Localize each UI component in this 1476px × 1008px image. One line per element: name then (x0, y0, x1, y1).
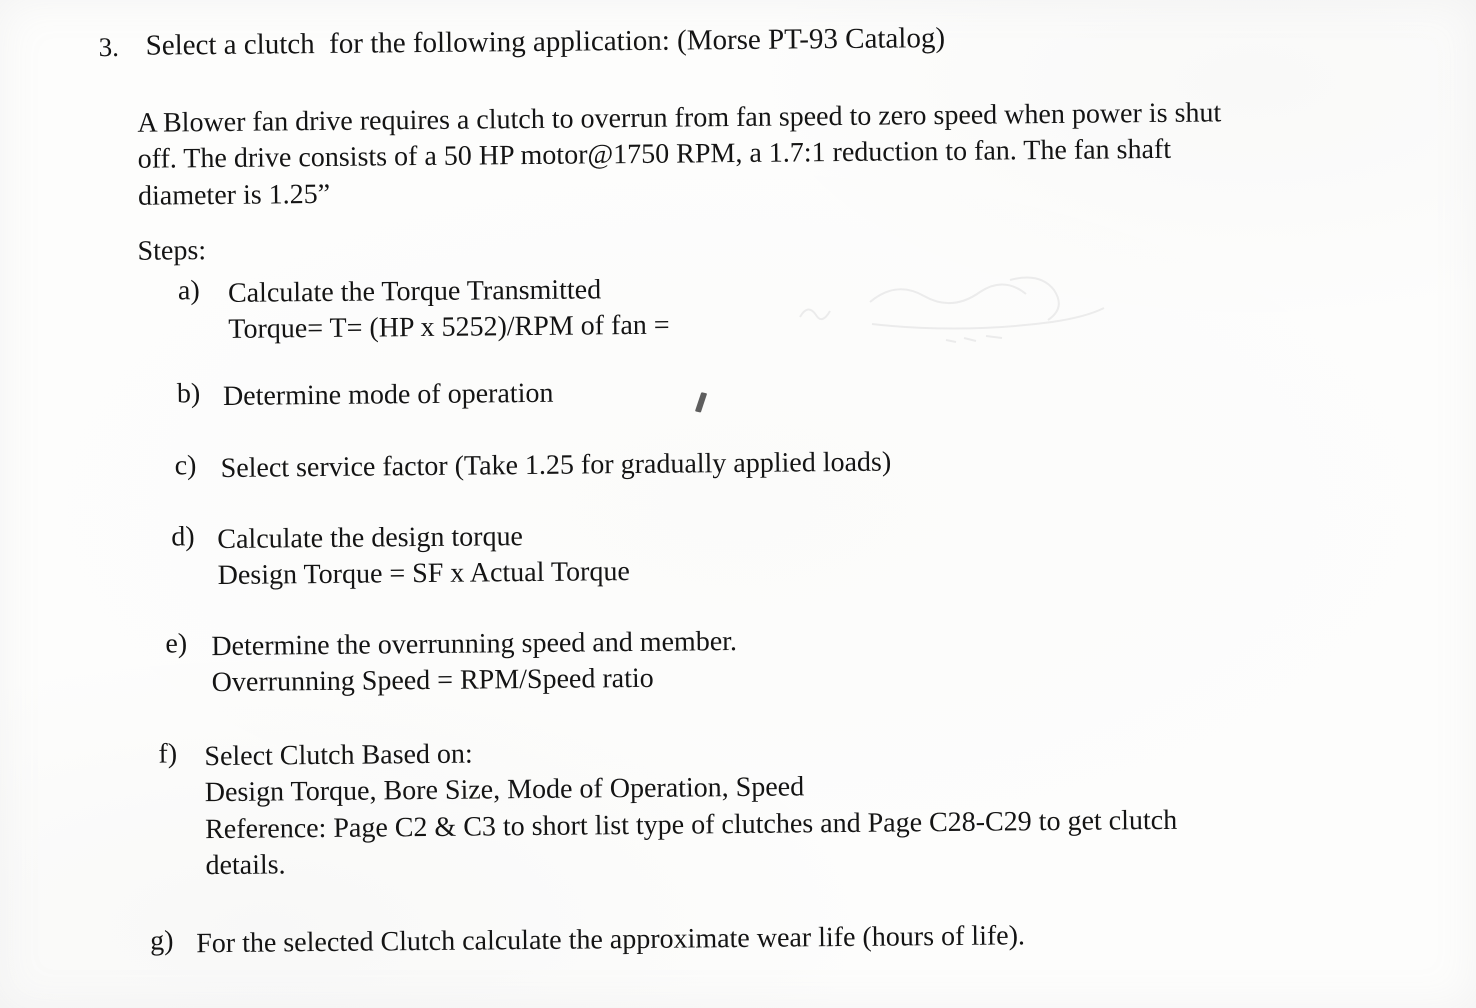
step-text-d: Calculate the design torque Design Torqu… (217, 515, 978, 595)
step-marker-f: f) (158, 738, 178, 770)
step-marker-b: b) (176, 378, 201, 410)
step-marker-e: e) (165, 628, 188, 660)
problem-title: Select a clutch for the following applic… (145, 22, 946, 62)
step-d-line-2: Design Torque = SF x Actual Torque (217, 556, 630, 592)
steps-label: Steps: (137, 235, 207, 267)
problem-number: 3. (98, 31, 120, 63)
step-e-line-2: Overrunning Speed = RPM/Speed ratio (211, 663, 654, 699)
step-marker-g: g) (150, 925, 174, 957)
step-text-a: Calculate the Torque Transmitted Torque=… (228, 269, 949, 349)
step-g-line-1: For the selected Clutch calculate the ap… (196, 920, 1026, 960)
step-text-e: Determine the overrunning speed and memb… (211, 622, 972, 702)
step-c-line-1: Select service factor (Take 1.25 for gra… (220, 446, 892, 484)
step-b-line-1: Determine mode of operation (222, 377, 554, 412)
step-a-line-2: Torque= T= (HP x 5252)/RPM of fan = (228, 310, 670, 346)
step-text-b: Determine mode of operation (223, 372, 943, 415)
step-marker-c: c) (174, 450, 197, 482)
step-marker-a: a) (177, 275, 200, 307)
problem-statement: A Blower fan drive requires a clutch to … (137, 94, 1344, 215)
step-text-c: Select service factor (Take 1.25 for gra… (221, 443, 1051, 487)
scanned-document-page: 3. Select a clutch for the following app… (0, 0, 1476, 1008)
page-content: 3. Select a clutch for the following app… (0, 0, 1476, 1008)
step-text-g: For the selected Clutch calculate the ap… (196, 916, 1216, 962)
step-marker-d: d) (171, 521, 195, 553)
step-text-f: Select Clutch Based on: Design Torque, B… (204, 728, 1385, 885)
